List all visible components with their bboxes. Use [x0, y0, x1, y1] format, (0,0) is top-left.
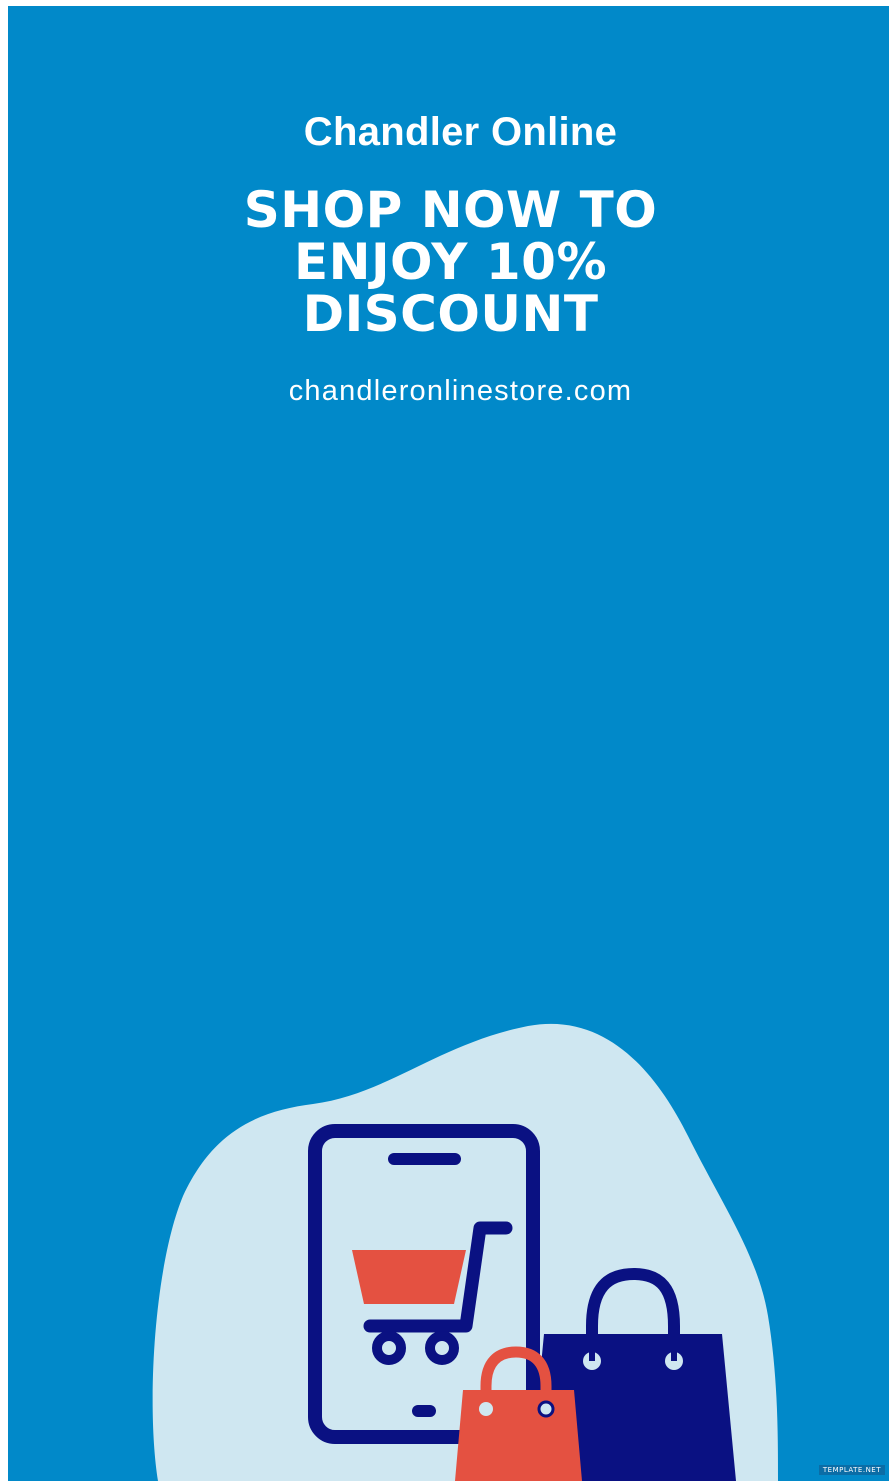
shopping-illustration [152, 1023, 778, 1481]
template-watermark: TEMPLATE.NET [818, 1465, 885, 1475]
promo-poster: Chandler Online SHOP NOW TO ENJOY 10% DI… [8, 6, 889, 1481]
